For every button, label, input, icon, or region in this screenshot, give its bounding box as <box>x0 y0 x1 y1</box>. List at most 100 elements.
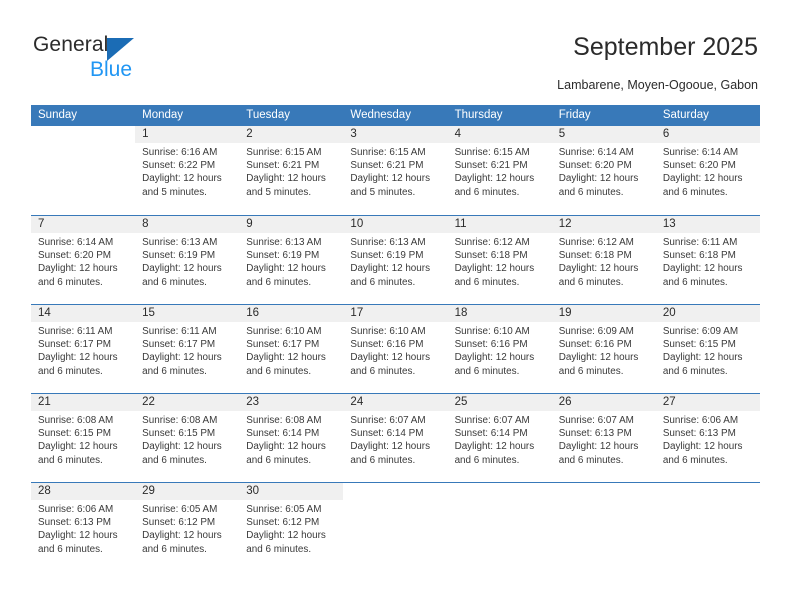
sunset-text: Sunset: 6:21 PM <box>246 160 320 172</box>
day-cell[interactable]: 10 Sunrise: 6:13 AM Sunset: 6:19 PM Dayl… <box>343 216 448 304</box>
day-number <box>552 483 656 500</box>
daylight-text-line1: Daylight: 12 hours <box>662 173 743 185</box>
daylight-text-line2: and 6 minutes. <box>38 365 103 377</box>
day-cell[interactable]: 30 Sunrise: 6:05 AM Sunset: 6:12 PM Dayl… <box>239 483 344 571</box>
day-cell[interactable]: 9 Sunrise: 6:13 AM Sunset: 6:19 PM Dayli… <box>239 216 344 304</box>
daylight-text-line1: Daylight: 12 hours <box>38 263 118 275</box>
daylight-text-line1: Daylight: 12 hours <box>142 352 222 364</box>
sunset-text: Sunset: 6:16 PM <box>454 339 528 351</box>
day-cell[interactable]: 15 Sunrise: 6:11 AM Sunset: 6:17 PM Dayl… <box>135 305 240 393</box>
day-info: Sunrise: 6:13 AM Sunset: 6:19 PM Dayligh… <box>343 233 447 289</box>
sunset-text: Sunset: 6:22 PM <box>142 160 216 172</box>
day-number: 2 <box>239 126 344 143</box>
day-cell[interactable]: 24 Sunrise: 6:07 AM Sunset: 6:14 PM Dayl… <box>343 394 448 482</box>
daylight-text-line2: and 6 minutes. <box>142 276 207 288</box>
day-info: Sunrise: 6:11 AM Sunset: 6:17 PM Dayligh… <box>135 322 239 378</box>
day-info: Sunrise: 6:07 AM Sunset: 6:14 PM Dayligh… <box>343 411 447 467</box>
day-number: 7 <box>31 216 136 233</box>
day-info: Sunrise: 6:06 AM Sunset: 6:13 PM Dayligh… <box>656 411 760 467</box>
day-info: Sunrise: 6:08 AM Sunset: 6:15 PM Dayligh… <box>31 411 135 467</box>
sunrise-text: Sunrise: 6:08 AM <box>142 415 218 426</box>
day-cell <box>447 483 552 571</box>
day-info: Sunrise: 6:12 AM Sunset: 6:18 PM Dayligh… <box>448 233 552 289</box>
daylight-text-line2: and 6 minutes. <box>350 454 416 466</box>
day-cell[interactable]: 13 Sunrise: 6:11 AM Sunset: 6:18 PM Dayl… <box>655 216 760 304</box>
daylight-text-line2: and 6 minutes. <box>558 186 624 198</box>
weekday-wednesday: Wednesday <box>350 109 411 121</box>
daylight-text-line1: Daylight: 12 hours <box>246 441 326 453</box>
day-cell[interactable]: 6 Sunrise: 6:14 AM Sunset: 6:20 PM Dayli… <box>655 126 760 215</box>
sunrise-text: Sunrise: 6:14 AM <box>558 147 634 158</box>
page-header: General Blue September 2025 Lambarene, M… <box>0 0 792 100</box>
week-row: 28 Sunrise: 6:06 AM Sunset: 6:13 PM Dayl… <box>31 482 760 571</box>
daylight-text-line1: Daylight: 12 hours <box>350 441 431 453</box>
sunrise-text: Sunrise: 6:15 AM <box>350 147 426 158</box>
weekday-monday: Monday <box>142 109 184 121</box>
daylight-text-line2: and 6 minutes. <box>662 365 728 377</box>
daylight-text-line1: Daylight: 12 hours <box>142 263 222 275</box>
day-number <box>448 483 552 500</box>
day-cell[interactable]: 16 Sunrise: 6:10 AM Sunset: 6:17 PM Dayl… <box>239 305 344 393</box>
day-cell[interactable]: 4 Sunrise: 6:15 AM Sunset: 6:21 PM Dayli… <box>447 126 552 215</box>
sunrise-text: Sunrise: 6:09 AM <box>558 326 634 337</box>
day-number: 24 <box>343 394 448 411</box>
daylight-text-line1: Daylight: 12 hours <box>246 352 326 364</box>
day-cell[interactable]: 8 Sunrise: 6:13 AM Sunset: 6:19 PM Dayli… <box>135 216 240 304</box>
week-row: 7 Sunrise: 6:14 AM Sunset: 6:20 PM Dayli… <box>31 215 760 304</box>
day-cell[interactable]: 11 Sunrise: 6:12 AM Sunset: 6:18 PM Dayl… <box>447 216 552 304</box>
day-cell[interactable]: 12 Sunrise: 6:12 AM Sunset: 6:18 PM Dayl… <box>551 216 656 304</box>
day-cell[interactable]: 1 Sunrise: 6:16 AM Sunset: 6:22 PM Dayli… <box>135 126 240 215</box>
sunrise-text: Sunrise: 6:08 AM <box>246 415 322 426</box>
daylight-text-line2: and 6 minutes. <box>350 365 416 377</box>
day-info: Sunrise: 6:14 AM Sunset: 6:20 PM Dayligh… <box>552 143 656 199</box>
daylight-text-line2: and 6 minutes. <box>662 454 728 466</box>
daylight-text-line2: and 6 minutes. <box>142 365 207 377</box>
day-cell[interactable]: 18 Sunrise: 6:10 AM Sunset: 6:16 PM Dayl… <box>447 305 552 393</box>
day-cell[interactable]: 25 Sunrise: 6:07 AM Sunset: 6:14 PM Dayl… <box>447 394 552 482</box>
day-cell[interactable]: 29 Sunrise: 6:05 AM Sunset: 6:12 PM Dayl… <box>135 483 240 571</box>
day-cell[interactable]: 3 Sunrise: 6:15 AM Sunset: 6:21 PM Dayli… <box>343 126 448 215</box>
daylight-text-line2: and 6 minutes. <box>454 186 520 198</box>
day-cell[interactable]: 7 Sunrise: 6:14 AM Sunset: 6:20 PM Dayli… <box>31 216 136 304</box>
daylight-text-line2: and 6 minutes. <box>246 276 312 288</box>
day-cell[interactable]: 14 Sunrise: 6:11 AM Sunset: 6:17 PM Dayl… <box>31 305 136 393</box>
week-row: 14 Sunrise: 6:11 AM Sunset: 6:17 PM Dayl… <box>31 304 760 393</box>
calendar-page: General Blue September 2025 Lambarene, M… <box>0 0 792 612</box>
daylight-text-line2: and 6 minutes. <box>454 276 520 288</box>
day-cell[interactable]: 2 Sunrise: 6:15 AM Sunset: 6:21 PM Dayli… <box>239 126 344 215</box>
sunset-text: Sunset: 6:16 PM <box>350 339 424 351</box>
daylight-text-line1: Daylight: 12 hours <box>142 530 222 542</box>
daylight-text-line2: and 5 minutes. <box>350 186 416 198</box>
day-cell[interactable]: 27 Sunrise: 6:06 AM Sunset: 6:13 PM Dayl… <box>655 394 760 482</box>
daylight-text-line2: and 6 minutes. <box>454 454 520 466</box>
weekday-friday: Friday <box>558 109 591 121</box>
daylight-text-line1: Daylight: 12 hours <box>246 173 326 185</box>
day-cell[interactable]: 28 Sunrise: 6:06 AM Sunset: 6:13 PM Dayl… <box>31 483 136 571</box>
daylight-text-line1: Daylight: 12 hours <box>662 263 743 275</box>
daylight-text-line2: and 6 minutes. <box>662 186 728 198</box>
sunrise-text: Sunrise: 6:14 AM <box>662 147 739 158</box>
sunrise-text: Sunrise: 6:06 AM <box>38 504 114 515</box>
sunrise-text: Sunrise: 6:09 AM <box>662 326 739 337</box>
day-cell[interactable]: 23 Sunrise: 6:08 AM Sunset: 6:14 PM Dayl… <box>239 394 344 482</box>
brand-logo[interactable]: General Blue <box>33 33 233 85</box>
sunset-text: Sunset: 6:20 PM <box>662 160 736 172</box>
day-number: 21 <box>31 394 136 411</box>
day-cell[interactable]: 5 Sunrise: 6:14 AM Sunset: 6:20 PM Dayli… <box>551 126 656 215</box>
daylight-text-line1: Daylight: 12 hours <box>558 352 639 364</box>
day-info: Sunrise: 6:07 AM Sunset: 6:14 PM Dayligh… <box>448 411 552 467</box>
day-cell[interactable]: 19 Sunrise: 6:09 AM Sunset: 6:16 PM Dayl… <box>551 305 656 393</box>
day-number: 18 <box>447 305 552 322</box>
day-cell[interactable]: 17 Sunrise: 6:10 AM Sunset: 6:16 PM Dayl… <box>343 305 448 393</box>
day-cell[interactable]: 20 Sunrise: 6:09 AM Sunset: 6:15 PM Dayl… <box>655 305 760 393</box>
day-cell[interactable]: 22 Sunrise: 6:08 AM Sunset: 6:15 PM Dayl… <box>135 394 240 482</box>
sunset-text: Sunset: 6:16 PM <box>558 339 632 351</box>
daylight-text-line2: and 6 minutes. <box>38 454 103 466</box>
page-subtitle: Lambarene, Moyen-Ogooue, Gabon <box>557 78 758 92</box>
sunrise-text: Sunrise: 6:16 AM <box>142 147 218 158</box>
day-cell[interactable]: 21 Sunrise: 6:08 AM Sunset: 6:15 PM Dayl… <box>31 394 136 482</box>
sunrise-text: Sunrise: 6:05 AM <box>142 504 218 515</box>
day-cell[interactable]: 26 Sunrise: 6:07 AM Sunset: 6:13 PM Dayl… <box>551 394 656 482</box>
day-number: 27 <box>655 394 760 411</box>
day-number: 28 <box>31 483 136 500</box>
